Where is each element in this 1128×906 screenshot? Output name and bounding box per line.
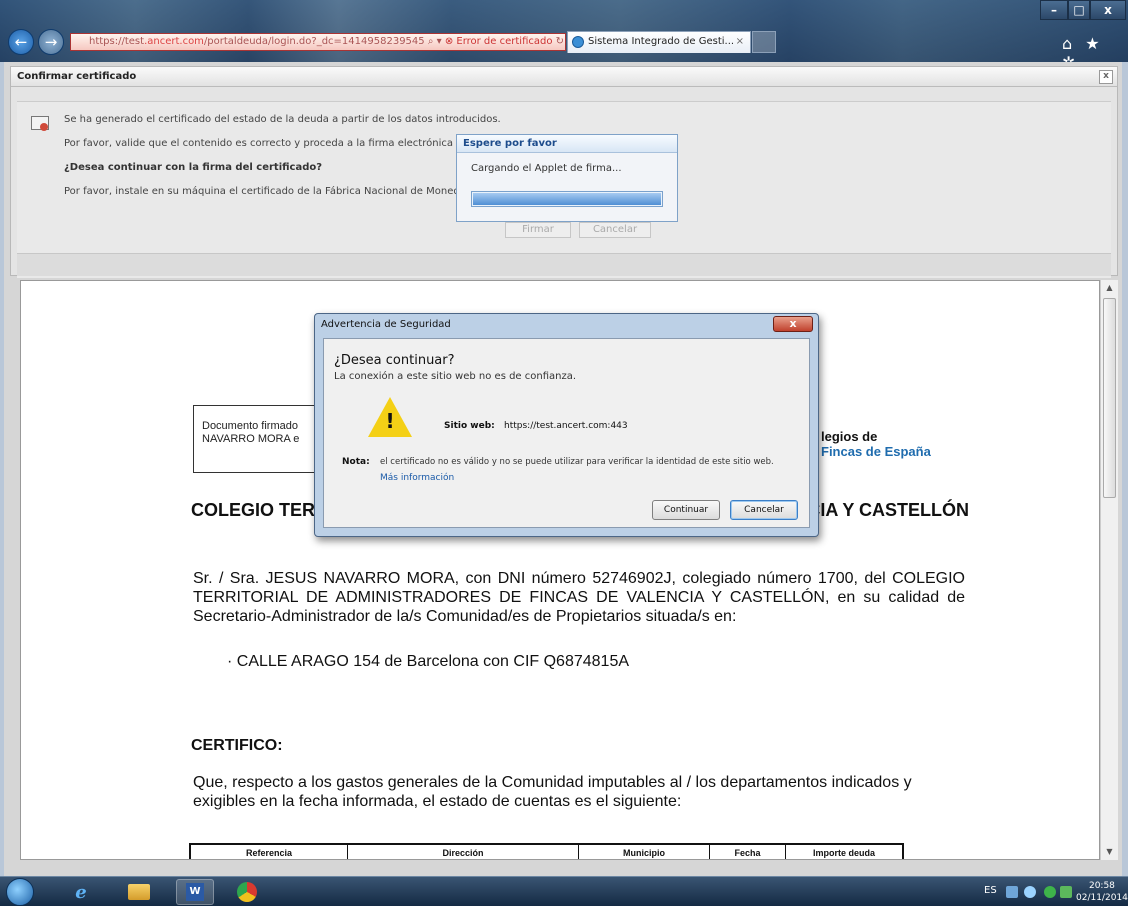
tray-icon[interactable] [1060,886,1072,898]
window-close-button[interactable]: x [1090,0,1126,20]
tray-icon[interactable] [1006,886,1018,898]
tab-close-button[interactable]: × [736,32,744,52]
cancel-button[interactable]: Cancelar [730,500,798,520]
envelope-icon [31,116,49,131]
site-value: https://test.ancert.com:443 [504,421,628,431]
sign-button[interactable]: Firmar [505,222,571,238]
security-dialog-content: ¿Desea continuar? La conexión a este sit… [323,338,810,528]
table-header-cell: Municipio [578,845,709,859]
loading-progress-bar [471,191,663,207]
debt-table: Referencia Dirección Municipio Fecha Imp… [189,843,904,859]
refresh-icon[interactable]: ↻ [556,36,564,47]
wait-popup-title: Espere por favor [457,135,677,153]
continue-button[interactable]: Continuar [652,500,720,520]
taskbar-ie-button[interactable]: e [62,879,100,905]
address-host: .ancert.com [144,36,204,47]
browser-chrome-background [0,0,1128,62]
security-question: ¿Desea continuar? [334,353,455,368]
clock[interactable]: 20:58 02/11/2014 [1076,880,1128,904]
cert-error-indicator[interactable]: ⊗ Error de certificado [445,36,553,47]
loading-progress-fill [473,193,661,205]
address-bar[interactable]: https://test.ancert.com/portaldeuda/logi… [70,33,566,51]
site-label: Sitio web: [444,421,495,431]
language-indicator[interactable]: ES [984,885,997,896]
back-arrow-icon: ← [14,33,28,51]
minimize-button[interactable]: – [1040,0,1068,20]
table-header-cell: Dirección [347,845,578,859]
forward-arrow-icon: → [44,33,58,51]
scroll-up-arrow-icon[interactable]: ▲ [1101,280,1118,296]
scroll-thumb[interactable] [1103,298,1116,498]
security-warning-dialog: Advertencia de Seguridad x ¿Desea contin… [314,313,819,537]
clock-date: 02/11/2014 [1076,893,1128,903]
note-label: Nota: [342,457,370,467]
confirm-panel-footer [17,253,1111,276]
document-paragraph-2: Que, respecto a los gastos generales de … [193,774,912,810]
word-icon: W [186,883,204,901]
table-header-cell: Fecha [709,845,785,859]
document-paragraph-1: Sr. / Sra. JESUS NAVARRO MORA, con DNI n… [193,570,965,625]
scroll-down-arrow-icon[interactable]: ▼ [1101,844,1118,860]
security-dialog-titlebar[interactable]: Advertencia de Seguridad [315,314,818,336]
taskbar: e W ES 20:58 02/11/2014 [0,876,1128,906]
wait-popup: Espere por favor Cargando el Applet de f… [456,134,678,222]
tray-icon[interactable] [1024,886,1036,898]
folder-icon [128,884,150,900]
confirm-line-4: Por favor, instale en su máquina el cert… [64,186,485,197]
wait-popup-message: Cargando el Applet de firma... [471,163,622,174]
taskbar-explorer-button[interactable] [120,879,158,905]
search-icon[interactable]: ⌕ ▾ [428,36,445,47]
clock-time: 20:58 [1088,881,1115,891]
address-path: /portaldeuda/login.do?_dc=1414958239545 [203,36,425,47]
note-text: el certificado no es válido y no se pued… [380,457,774,467]
tray-icon[interactable] [1044,886,1056,898]
document-scrollbar[interactable]: ▲ ▼ [1100,280,1118,860]
confirm-panel-title: Confirmar certificado [17,71,137,82]
organization-logo-text: legios de Fincas de España [821,429,931,459]
org-line-1: legios de [821,429,878,444]
back-button[interactable]: ← [8,29,34,55]
chrome-icon [237,882,257,902]
forward-button[interactable]: → [38,29,64,55]
org-line-2: Fincas de España [821,444,931,459]
more-info-link[interactable]: Más información [380,473,454,483]
cert-error-text: Error de certificado [456,36,553,47]
document-address: · CALLE ARAGO 154 de Barcelona con CIF Q… [227,653,630,670]
document-certifico: CERTIFICO: [191,737,283,754]
security-subtitle: La conexión a este sitio web no es de co… [334,371,577,382]
new-tab-button[interactable] [752,31,776,53]
tab-title: Sistema Integrado de Gesti... [588,36,735,47]
confirm-panel-close-button[interactable]: x [1099,70,1113,84]
confirm-line-2: Por favor, valide que el contenido es co… [64,138,485,149]
security-dialog-close-button[interactable]: x [773,316,813,332]
confirm-question: ¿Desea continuar con la firma del certif… [64,162,323,173]
confirm-line-1: Se ha generado el certificado del estado… [64,114,501,125]
taskbar-chrome-button[interactable] [228,879,266,905]
table-header-cell: Referencia [245,848,293,858]
confirm-panel-header: Confirmar certificado x [11,67,1117,87]
maximize-button[interactable]: □ [1068,0,1090,20]
ie-favicon-icon [572,36,584,48]
table-header-cell: Importe deuda [785,845,902,859]
taskbar-word-button[interactable]: W [176,879,214,905]
tab-active[interactable]: Sistema Integrado de Gesti... × [567,31,751,53]
address-prefix: https://test [89,36,145,47]
cancel-sign-button[interactable]: Cancelar [579,222,651,238]
warning-exclamation-icon: ! [385,409,395,433]
security-dialog-title: Advertencia de Seguridad [321,319,451,330]
start-button[interactable] [6,878,34,906]
